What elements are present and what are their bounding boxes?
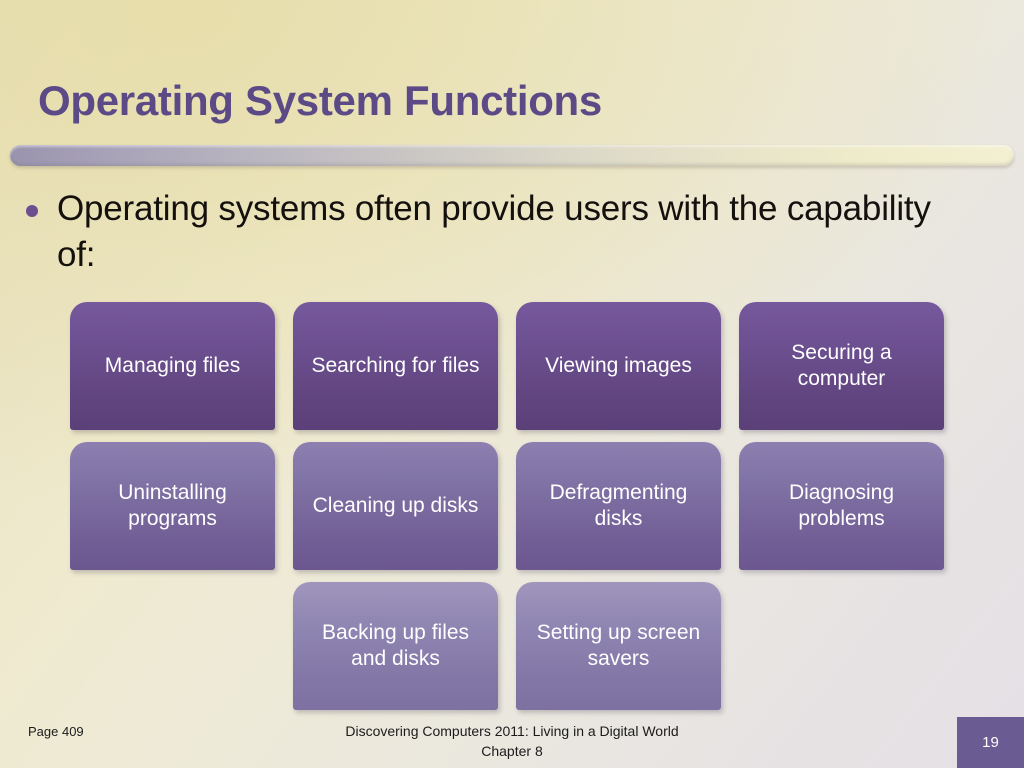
grid-cell: Backing up files and disks: [293, 582, 498, 710]
function-box-row-2: Uninstalling programs Cleaning up disks …: [70, 442, 960, 570]
function-box-managing-files[interactable]: Managing files: [70, 302, 275, 430]
function-box-row-3: Backing up files and disks Setting up sc…: [70, 582, 960, 710]
grid-cell: Managing files: [70, 302, 275, 430]
function-box-defragmenting-disks[interactable]: Defragmenting disks: [516, 442, 721, 570]
function-box-searching-for-files[interactable]: Searching for files: [293, 302, 498, 430]
bullet-dot-icon: [26, 205, 38, 217]
function-box-viewing-images[interactable]: Viewing images: [516, 302, 721, 430]
grid-cell-empty: [70, 582, 275, 710]
grid-cell: Securing a computer: [739, 302, 944, 430]
grid-cell: Cleaning up disks: [293, 442, 498, 570]
function-box-grid: Managing files Searching for files Viewi…: [70, 302, 960, 722]
function-box-securing-a-computer[interactable]: Securing a computer: [739, 302, 944, 430]
footer-source-line-2: Chapter 8: [481, 742, 543, 759]
function-box-setting-up-screen-savers[interactable]: Setting up screen savers: [516, 582, 721, 710]
function-box-row-1: Managing files Searching for files Viewi…: [70, 302, 960, 430]
grid-cell: Viewing images: [516, 302, 721, 430]
bullet-text: Operating systems often provide users wi…: [57, 189, 931, 274]
grid-cell: Diagnosing problems: [739, 442, 944, 570]
slide: Operating System Functions Operating sys…: [0, 0, 1024, 768]
function-box-cleaning-up-disks[interactable]: Cleaning up disks: [293, 442, 498, 570]
page-title: Operating System Functions: [38, 77, 602, 125]
footer-source: Discovering Computers 2011: Living in a …: [0, 722, 1024, 762]
slide-number-badge: 19: [957, 717, 1024, 768]
grid-cell-empty: [739, 582, 944, 710]
title-divider-bar: [10, 145, 1014, 166]
footer-source-line-1: Discovering Computers 2011: Living in a …: [345, 723, 679, 739]
function-box-uninstalling-programs[interactable]: Uninstalling programs: [70, 442, 275, 570]
grid-cell: Searching for files: [293, 302, 498, 430]
grid-cell: Uninstalling programs: [70, 442, 275, 570]
grid-cell: Defragmenting disks: [516, 442, 721, 570]
grid-cell: Setting up screen savers: [516, 582, 721, 710]
bullet-item: Operating systems often provide users wi…: [26, 186, 976, 277]
function-box-backing-up-files-and-disks[interactable]: Backing up files and disks: [293, 582, 498, 710]
function-box-diagnosing-problems[interactable]: Diagnosing problems: [739, 442, 944, 570]
